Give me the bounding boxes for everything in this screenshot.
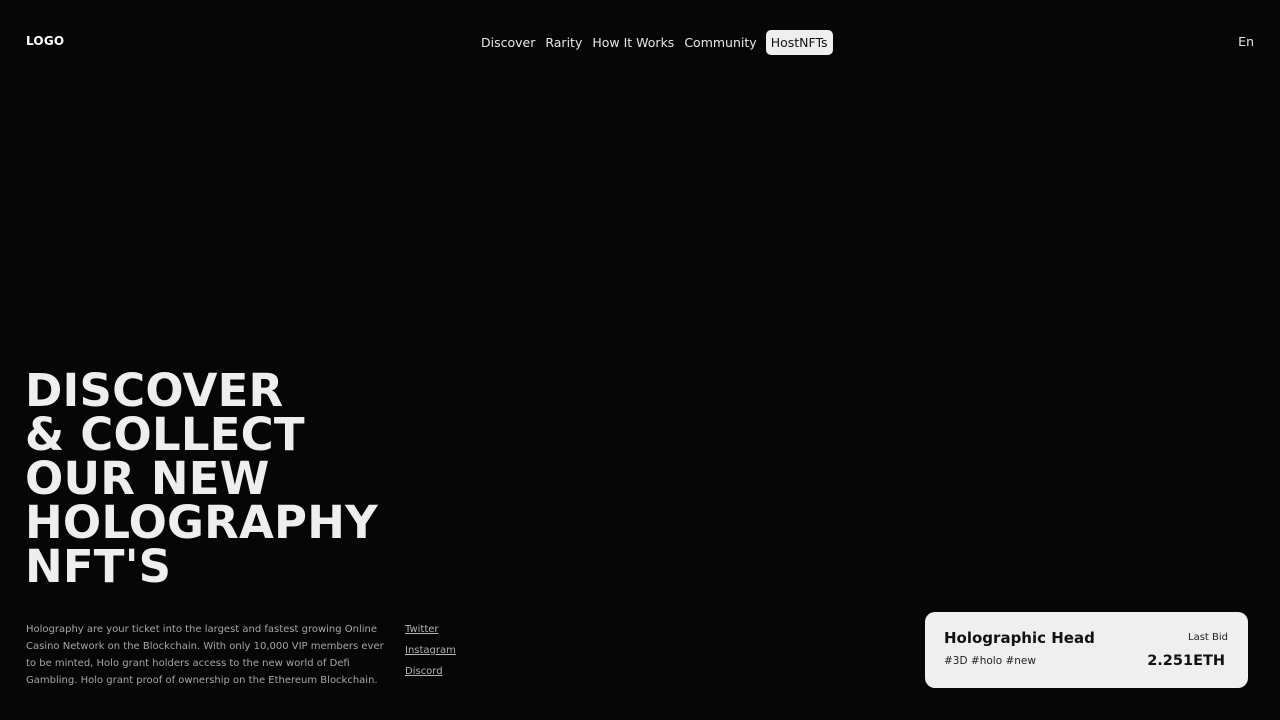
- discord-link[interactable]: Discord: [405, 663, 456, 680]
- hero-line: NFT'S: [25, 540, 172, 593]
- last-bid-label: Last Bid: [1188, 632, 1228, 643]
- host-nfts-button[interactable]: HostNFTs: [765, 30, 833, 55]
- hero-line: DISCOVER: [25, 364, 284, 417]
- hero-line: & COLLECT: [25, 408, 305, 461]
- nft-title: Holographic Head: [944, 629, 1095, 647]
- social-links: Twitter Instagram Discord: [405, 621, 456, 680]
- hero-line: OUR NEW: [25, 452, 270, 505]
- nav-how-it-works[interactable]: How It Works: [591, 31, 675, 54]
- main-nav: Discover Rarity How It Works Community H…: [480, 30, 833, 55]
- nav-discover[interactable]: Discover: [480, 31, 536, 54]
- language-selector[interactable]: En: [1238, 34, 1254, 49]
- twitter-link[interactable]: Twitter: [405, 621, 456, 638]
- page: LOGO Discover Rarity How It Works Commun…: [0, 0, 1280, 720]
- nft-tags: #3D #holo #new: [944, 655, 1036, 667]
- logo[interactable]: LOGO: [26, 34, 64, 48]
- hero-description: Holography are your ticket into the larg…: [26, 624, 384, 686]
- nav-community[interactable]: Community: [683, 31, 757, 54]
- nav-rarity[interactable]: Rarity: [544, 31, 583, 54]
- instagram-link[interactable]: Instagram: [405, 642, 456, 659]
- hero-heading: DISCOVER & COLLECT OUR NEW HOLOGRAPHY NF…: [25, 364, 378, 593]
- hero-line: HOLOGRAPHY: [25, 496, 378, 549]
- last-bid-value: 2.251ETH: [1147, 653, 1225, 669]
- nft-card[interactable]: Holographic Head #3D #holo #new Last Bid…: [925, 612, 1248, 688]
